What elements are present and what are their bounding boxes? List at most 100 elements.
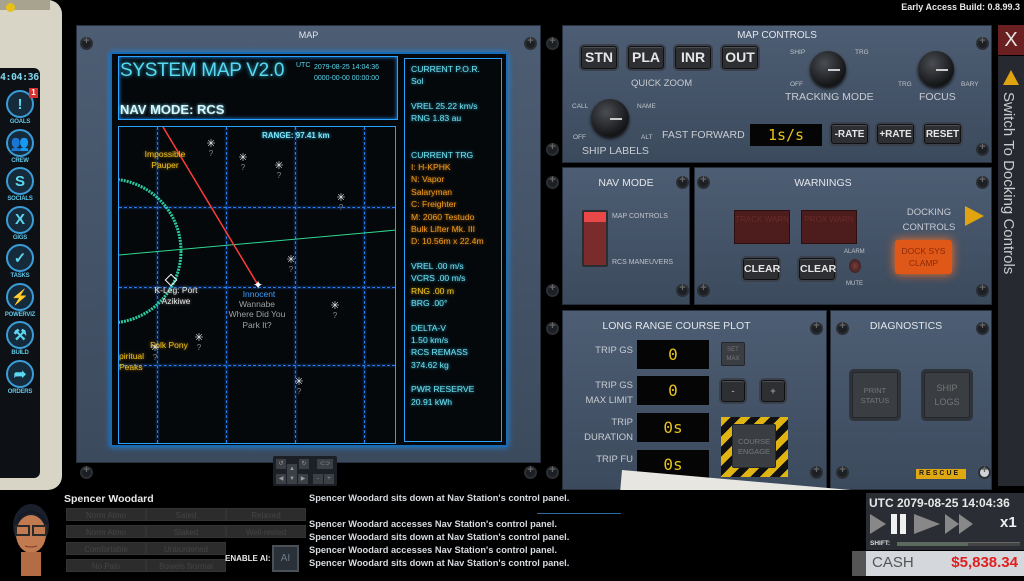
tracking-mode-knob[interactable] — [810, 51, 846, 87]
map-viewport[interactable]: ✦ Impossible Pauper K-Leg: Port Azikiwe … — [118, 126, 396, 444]
sidebar-item-crew[interactable]: 👥 CREW — [2, 128, 38, 169]
sidebar-item-powerviz[interactable]: ⚡ POWERVIZ — [2, 282, 38, 323]
trg-name-2: Salaryman — [411, 186, 453, 197]
vrel-trg: VREL .00 m/s — [411, 260, 464, 271]
sidebar-item-build[interactable]: ⚒ BUILD — [2, 321, 38, 361]
sidebar-item-socials[interactable]: S SOCIALS — [2, 167, 38, 207]
pause-button[interactable] — [889, 514, 909, 534]
quick-zoom-label: QUICK ZOOM — [631, 78, 693, 89]
unknown-contact[interactable]: ✳? — [285, 255, 297, 275]
vrel-por: VREL 25.22 km/s — [411, 100, 478, 111]
zoom-stn-button[interactable]: STN — [581, 46, 617, 69]
screw-icon — [836, 464, 849, 479]
clear-track-button[interactable]: CLEAR — [743, 258, 780, 280]
fast-forward-button[interactable] — [945, 514, 975, 534]
map-label-where-park[interactable]: Where Did You Park It? — [219, 309, 295, 331]
enable-ai-button[interactable]: AI — [272, 545, 299, 572]
screw-icon — [546, 282, 559, 297]
pan-down-button[interactable]: ▼ — [287, 474, 297, 484]
triangle-up-icon — [1003, 70, 1019, 85]
fast-forward-display: 1s/s — [750, 124, 822, 146]
unknown-mark: ? — [240, 163, 246, 172]
max-plus-button[interactable]: + — [761, 380, 785, 402]
dock-sys-clamp-button[interactable]: DOCK SYS CLAMP — [895, 240, 952, 274]
sidebar-item-label: TASKS — [10, 273, 30, 279]
rotate-left-button[interactable]: ↺ — [276, 459, 286, 469]
unknown-mark: ? — [208, 149, 214, 158]
trip-gs-label: TRIP GS — [595, 345, 633, 356]
ship-logs-button[interactable]: SHIP LOGS — [924, 372, 970, 418]
unknown-contact[interactable]: ✳? — [205, 139, 217, 159]
screw-icon — [80, 464, 93, 479]
play-button[interactable] — [914, 514, 940, 534]
brg-trg: BRG .00° — [411, 298, 448, 309]
unknown-contact[interactable]: ✳? — [237, 153, 249, 173]
screw-icon — [546, 35, 559, 50]
close-button[interactable]: X — [998, 25, 1024, 55]
map-label-port-azikiwe[interactable]: K-Leg: Port Azikiwe — [145, 285, 207, 307]
set-max-button[interactable]: SET MAX — [721, 342, 745, 366]
unknown-contact[interactable]: ✳? — [293, 377, 305, 397]
zoom-in-button[interactable]: + — [324, 474, 334, 484]
tracking-mode-label: TRACKING MODE — [785, 91, 874, 103]
pan-up-button[interactable]: ▲ — [287, 464, 297, 474]
sidebar-item-tasks[interactable]: ✓ TASKS — [2, 244, 38, 284]
nav-mode-switch[interactable] — [582, 210, 608, 267]
crew-portrait[interactable] — [6, 496, 56, 576]
rescue-button[interactable]: RESCUE — [916, 469, 966, 479]
pwr-label: PWR RESERVE — [411, 384, 475, 395]
nav-mode-switch-indicator — [584, 212, 606, 222]
track-warn-lamp: TRACK WARN — [734, 210, 790, 244]
unknown-mark: ? — [152, 353, 158, 362]
focus-trg-label: TRG — [898, 81, 912, 88]
labels-call-label: CALL — [572, 103, 589, 110]
rotate-right-button[interactable]: ↻ — [299, 459, 309, 469]
sidebar-item-gigs[interactable]: X GIGS — [2, 205, 38, 246]
ship-labels-knob[interactable] — [591, 99, 629, 137]
sidebar-item-goals[interactable]: ! GOALS 1 — [2, 88, 38, 130]
crew-status-chip: Norm Atmo — [66, 508, 146, 521]
trg-id: I: H-KPHK — [411, 162, 451, 173]
screw-icon — [976, 174, 989, 189]
zoom-out-button[interactable]: - — [313, 474, 323, 484]
sidebar-item-label: ORDERS — [7, 388, 33, 395]
build-version: Early Access Build: 0.8.99.3 — [901, 2, 1020, 12]
map-camera-pad: ↺ ▲ ↻ ⊂⊃ ◀ ▼ ▶ - + — [273, 456, 337, 486]
docking-arrow-icon[interactable] — [965, 206, 984, 226]
plus-rate-button[interactable]: +RATE — [877, 124, 914, 144]
unknown-contact[interactable]: ✳? — [273, 161, 285, 181]
unknown-contact[interactable]: ✳? — [149, 343, 161, 363]
pan-right-button[interactable]: ▶ — [298, 474, 308, 484]
rng-trg: RNG .00 m — [411, 285, 454, 296]
minus-rate-button[interactable]: -RATE — [831, 124, 868, 144]
focus-knob[interactable] — [918, 51, 954, 87]
screw-icon — [976, 141, 989, 156]
trip-gs-display: 0 — [637, 340, 709, 369]
map-nav-mode: NAV MODE: RCS — [120, 102, 225, 117]
shift-progress — [897, 542, 1020, 546]
unknown-contact[interactable]: ✳? — [335, 193, 347, 213]
unknown-mark: ? — [332, 311, 338, 320]
print-status-button[interactable]: PRINT STATUS — [852, 372, 898, 418]
play-slow-button[interactable] — [870, 514, 886, 534]
zoom-out-button[interactable]: OUT — [722, 46, 758, 69]
sidebar-item-label: POWERVIZ — [4, 311, 36, 318]
recenter-button[interactable]: ⊂⊃ — [317, 459, 333, 469]
cash-value: $5,838.34 — [951, 554, 1018, 571]
screw-icon — [836, 320, 849, 335]
sidebar-item-orders[interactable]: ➦ ORDERS — [2, 359, 38, 400]
time-speed: x1 — [1000, 514, 1017, 531]
zoom-inr-button[interactable]: INR — [675, 46, 711, 69]
map-label-impossible-pauper[interactable]: Impossible Pauper — [137, 149, 193, 171]
delta-v-value: 1.50 km/s — [411, 334, 449, 345]
max-minus-button[interactable]: - — [721, 380, 745, 402]
zoom-pla-button[interactable]: PLA — [628, 46, 664, 69]
clear-prox-button[interactable]: CLEAR — [799, 258, 836, 280]
alarm-mute-toggle[interactable] — [849, 259, 861, 273]
pan-left-button[interactable]: ◀ — [276, 474, 286, 484]
course-engage-button[interactable]: COURSE ENGAGE — [732, 424, 776, 468]
unknown-contact[interactable]: ✳? — [193, 333, 205, 353]
powerviz-icon: ⚡ — [6, 282, 34, 311]
unknown-contact[interactable]: ✳? — [329, 301, 341, 321]
reset-button[interactable]: RESET — [924, 124, 961, 144]
